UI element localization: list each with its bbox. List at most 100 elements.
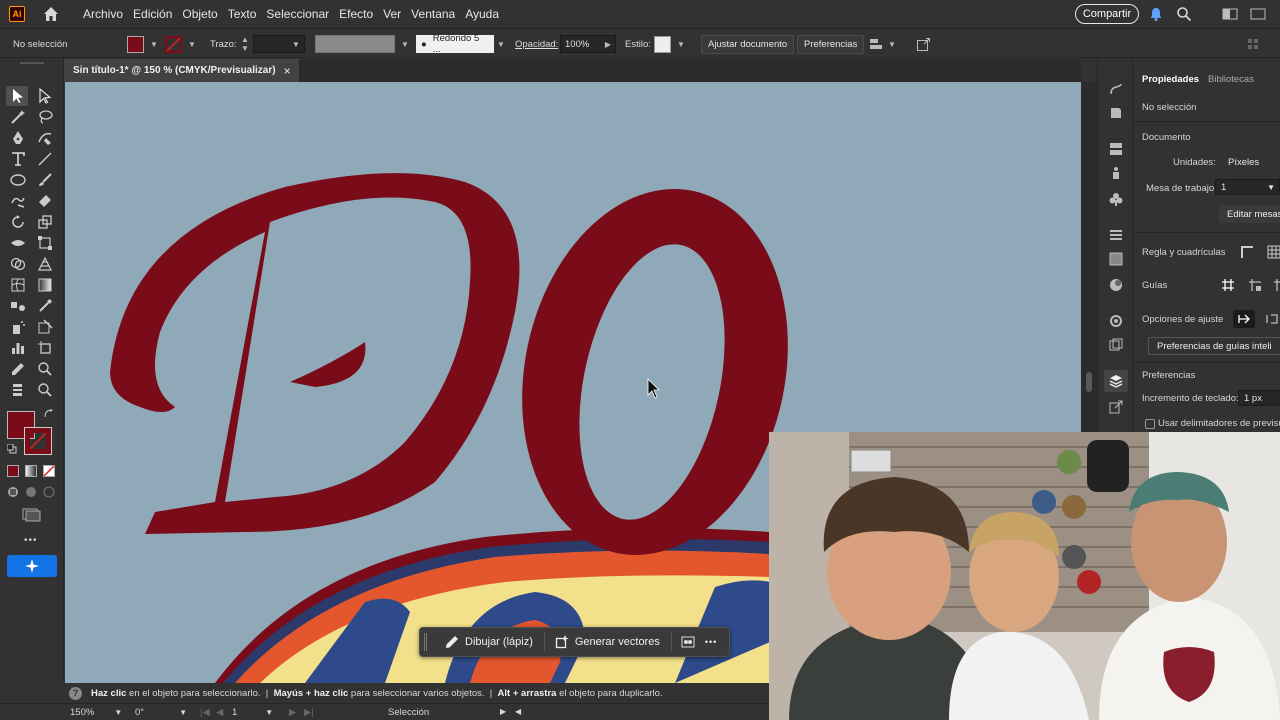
export-panel-icon[interactable] bbox=[1109, 400, 1123, 414]
appearance-panel-icon[interactable] bbox=[1109, 278, 1123, 292]
artboard-select[interactable]: 1 ▼ bbox=[1215, 179, 1280, 195]
align-panel-icon[interactable] bbox=[1109, 228, 1123, 242]
search-icon[interactable] bbox=[1176, 6, 1192, 22]
first-artboard-icon[interactable]: |◀ bbox=[200, 707, 210, 718]
mesh-tool-icon[interactable] bbox=[10, 277, 26, 293]
opacity-field[interactable]: 100% ▶ bbox=[560, 29, 616, 59]
club-panel-icon[interactable] bbox=[1109, 192, 1123, 206]
preview-bounds-checkbox[interactable] bbox=[1145, 419, 1155, 429]
none-mode-icon[interactable] bbox=[43, 465, 55, 477]
screen-mode-icon[interactable] bbox=[22, 508, 42, 522]
task-bar-grip[interactable] bbox=[424, 633, 427, 651]
grid-icon[interactable] bbox=[1267, 245, 1280, 259]
edit-artboards-button[interactable]: Editar mesas bbox=[1219, 205, 1280, 223]
perspective-grid-tool-icon[interactable] bbox=[37, 256, 53, 272]
home-icon[interactable] bbox=[42, 5, 60, 23]
fit-document-button[interactable]: Ajustar documento bbox=[701, 29, 795, 59]
blend-tool-icon[interactable] bbox=[10, 298, 26, 314]
layers-panel-icon[interactable] bbox=[1109, 374, 1123, 388]
help-icon[interactable]: ? bbox=[69, 686, 82, 700]
stroke-swatch[interactable]: ▼ bbox=[165, 29, 196, 59]
draw-inside-icon[interactable] bbox=[43, 486, 55, 498]
mode-next-icon[interactable]: ▶ bbox=[500, 707, 506, 716]
smart-guides-prefs-button[interactable]: Preferencias de guías inteli bbox=[1148, 337, 1280, 355]
menu-seleccionar[interactable]: Seleccionar bbox=[261, 0, 334, 28]
brushes-panel-icon[interactable] bbox=[1109, 82, 1123, 96]
menu-ventana[interactable]: Ventana bbox=[406, 0, 460, 28]
preferences-button[interactable]: Preferencias bbox=[797, 29, 865, 59]
paintbrush-tool-icon[interactable] bbox=[37, 172, 53, 188]
smart-guides-icon[interactable] bbox=[1273, 278, 1280, 292]
symbol-sprayer-tool-icon[interactable] bbox=[10, 319, 26, 335]
menu-objeto[interactable]: Objeto bbox=[177, 0, 222, 28]
prev-artboard-icon[interactable]: ◀ bbox=[216, 707, 223, 718]
artboards-panel-icon[interactable] bbox=[1109, 338, 1123, 352]
free-transform-tool-icon[interactable] bbox=[37, 235, 53, 251]
style-swatch[interactable]: ▼ bbox=[654, 29, 685, 59]
hand-tool-icon[interactable] bbox=[10, 382, 26, 398]
export-icon[interactable] bbox=[916, 29, 931, 59]
task-bar-more-icon[interactable]: ••• bbox=[705, 637, 717, 647]
stroke-weight-stepper[interactable]: ▲ ▼ ▼ bbox=[241, 29, 305, 59]
last-artboard-icon[interactable]: ▶| bbox=[304, 707, 314, 718]
tab-libraries[interactable]: Bibliotecas bbox=[1208, 74, 1254, 85]
more-tools-icon[interactable]: ••• bbox=[24, 535, 38, 546]
selection-tool-icon[interactable] bbox=[10, 88, 26, 104]
draw-behind-icon[interactable] bbox=[25, 486, 37, 498]
direct-selection-tool-icon[interactable] bbox=[37, 87, 53, 104]
variable-width-profile[interactable]: ▼ bbox=[315, 29, 409, 59]
next-artboard-icon[interactable]: ▶ bbox=[289, 707, 296, 718]
shape-builder-tool-icon[interactable] bbox=[10, 256, 26, 272]
zoom-field[interactable]: 150% ▼ bbox=[70, 707, 122, 718]
notifications-icon[interactable] bbox=[1148, 6, 1164, 22]
swatches-panel-icon[interactable] bbox=[1109, 142, 1123, 156]
swap-fill-stroke-icon[interactable] bbox=[44, 409, 54, 419]
eraser-tool-icon[interactable] bbox=[37, 193, 53, 209]
zoom-in-tool-icon[interactable] bbox=[37, 361, 53, 377]
tab-properties[interactable]: Propiedades bbox=[1142, 74, 1199, 85]
scrollbar-thumb[interactable] bbox=[1086, 372, 1092, 392]
window-minimize-icon[interactable] bbox=[1250, 6, 1266, 22]
panel-options-icon[interactable] bbox=[1247, 29, 1259, 59]
lock-guides-icon[interactable] bbox=[1248, 278, 1262, 292]
keyboard-increment-field[interactable]: 1 px bbox=[1238, 390, 1280, 406]
ellipse-tool-icon[interactable] bbox=[10, 172, 26, 188]
line-segment-tool-icon[interactable] bbox=[37, 151, 53, 167]
task-bar-image-icon[interactable] bbox=[681, 635, 695, 649]
stroke-color-swatch[interactable] bbox=[24, 427, 52, 455]
generative-ai-button[interactable] bbox=[7, 555, 57, 577]
share-button[interactable]: Compartir bbox=[1075, 4, 1139, 24]
eyedropper-tool-icon[interactable] bbox=[37, 298, 53, 314]
color-mode-icon[interactable] bbox=[7, 465, 19, 477]
mode-prev-icon[interactable]: ◀ bbox=[515, 707, 521, 716]
units-select[interactable]: Píxeles bbox=[1223, 154, 1280, 170]
menu-archivo[interactable]: Archivo bbox=[78, 0, 128, 28]
magic-wand-icon[interactable] bbox=[10, 109, 26, 125]
curvature-tool-icon[interactable] bbox=[37, 130, 53, 146]
document-tab[interactable]: Sin título-1* @ 150 % (CMYK/Previsualiza… bbox=[64, 59, 299, 82]
symbols-panel-icon[interactable] bbox=[1109, 106, 1123, 120]
snap-pixel-icon[interactable] bbox=[1265, 312, 1279, 326]
artboard-tool-icon[interactable] bbox=[37, 340, 53, 356]
menu-edicion[interactable]: Edición bbox=[128, 0, 177, 28]
menu-ver[interactable]: Ver bbox=[378, 0, 406, 28]
fill-swatch[interactable]: ▼ bbox=[127, 29, 158, 59]
align-icon[interactable]: ▼ bbox=[868, 29, 896, 59]
snap-point-toggle[interactable] bbox=[1233, 310, 1255, 328]
workspace-icon[interactable] bbox=[1222, 6, 1238, 22]
gradient-tool-icon[interactable] bbox=[37, 277, 53, 293]
rotation-field[interactable]: 0° ▼ bbox=[135, 707, 187, 718]
show-guides-icon[interactable] bbox=[1221, 278, 1235, 292]
close-tab-icon[interactable]: × bbox=[284, 64, 291, 78]
color-guide-panel-icon[interactable] bbox=[1109, 314, 1123, 328]
default-fill-stroke-icon[interactable] bbox=[6, 443, 17, 454]
rotate-tool-icon[interactable] bbox=[10, 214, 26, 230]
slice-tool-icon[interactable] bbox=[37, 319, 53, 335]
menu-efecto[interactable]: Efecto bbox=[334, 0, 378, 28]
brush-definition[interactable]: ● Redondo 5 ... ▼ bbox=[416, 29, 505, 59]
type-tool-icon[interactable] bbox=[10, 151, 26, 167]
artboard-nav-field[interactable]: 1 ▼ bbox=[232, 707, 273, 718]
pen-tool-icon[interactable] bbox=[10, 130, 26, 146]
generate-vectors-button[interactable]: Generar vectores bbox=[555, 635, 660, 649]
pencil-tool-icon[interactable] bbox=[10, 361, 26, 377]
